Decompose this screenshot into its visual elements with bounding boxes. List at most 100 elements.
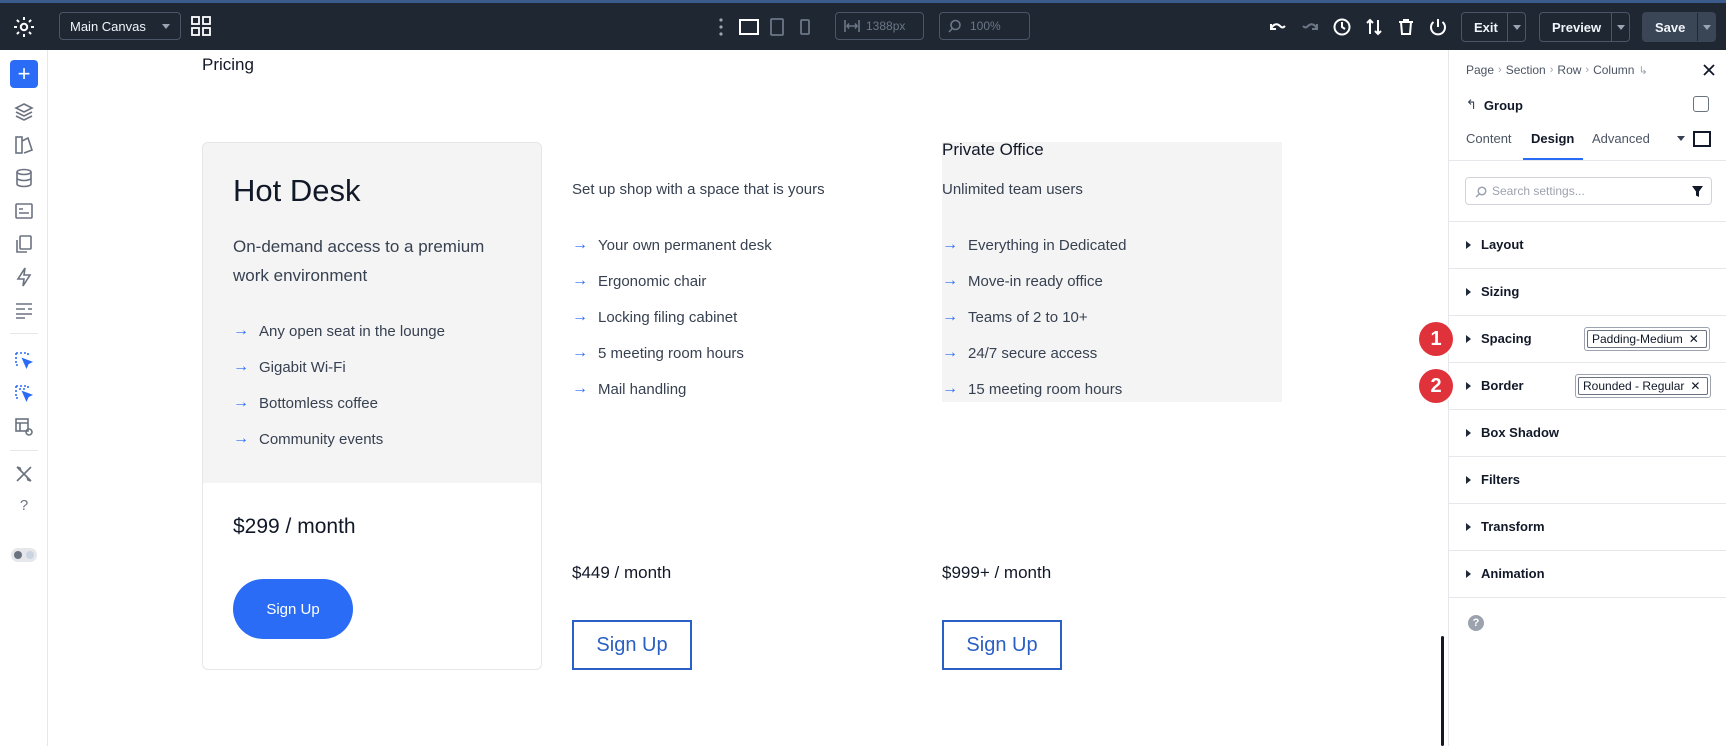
tools-icon[interactable] (14, 464, 34, 484)
select-element-icon[interactable] (14, 351, 34, 371)
close-icon[interactable]: ✕ (1689, 332, 1699, 346)
redo-icon[interactable] (1300, 17, 1320, 37)
search-settings-input[interactable]: Search settings... (1465, 177, 1712, 205)
width-icon (844, 20, 860, 32)
search-icon (1475, 186, 1487, 198)
section-label: Pricing (202, 55, 254, 74)
panel-resize-handle[interactable] (1441, 636, 1444, 746)
exit-dropdown-toggle[interactable] (1507, 13, 1525, 41)
section-spacing[interactable]: Spacing Padding-Medium ✕ (1449, 316, 1726, 363)
chevron-right-icon: › (1498, 64, 1502, 76)
settings-panel: Page › Section › Row › Column ↳ ↰ Group Conte… (1448, 50, 1726, 746)
caret-right-icon (1466, 570, 1471, 578)
help-icon[interactable]: ? (1468, 615, 1484, 631)
chevron-right-icon: › (1549, 64, 1554, 76)
design-library-icon[interactable] (14, 135, 34, 155)
plan-price: $999+ / month (942, 563, 1052, 582)
list-item: → Mail handling (572, 380, 687, 398)
arrow-right-icon: → (942, 380, 958, 397)
undo-icon[interactable] (1268, 17, 1288, 37)
list-item: → Community events (233, 430, 384, 448)
list-item: → Ergonomic chair (572, 272, 707, 290)
section-animation[interactable]: Animation (1449, 551, 1726, 598)
grid-icon[interactable] (191, 16, 211, 36)
breadcrumb-item[interactable]: Page (1466, 63, 1494, 77)
add-element-button[interactable]: + (10, 60, 38, 88)
layout-icon[interactable] (14, 300, 34, 320)
section-border[interactable]: Border Rounded - Regular ✕ (1449, 363, 1726, 410)
list-item: → Gigabit Wi-Fi (233, 358, 346, 376)
breadcrumb-item[interactable]: Section (1506, 63, 1546, 77)
preset-chip[interactable]: Rounded - Regular ✕ (1575, 374, 1711, 398)
section-box-shadow[interactable]: Box Shadow (1449, 410, 1726, 457)
pages-icon[interactable] (14, 234, 34, 254)
arrow-right-icon: → (233, 358, 249, 375)
arrow-right-icon: → (942, 236, 958, 253)
corner-arrow-icon: ↳ (1638, 64, 1648, 77)
canvas-select[interactable]: Main Canvas (59, 12, 181, 40)
arrow-right-icon: → (572, 236, 588, 253)
list-item: → Locking filing cabinet (572, 308, 738, 326)
arrow-right-icon: → (572, 308, 588, 325)
element-options-icon[interactable] (1693, 96, 1709, 112)
trash-icon[interactable] (1396, 17, 1416, 37)
close-icon[interactable] (1701, 62, 1717, 78)
back-arrow-icon[interactable]: ↰ (1466, 97, 1477, 113)
chevron-down-icon[interactable] (1677, 136, 1685, 141)
caret-right-icon (1466, 288, 1471, 296)
arrow-right-icon: → (572, 380, 588, 397)
list-item: → 15 meeting room hours (942, 380, 1123, 398)
tablet-view-icon[interactable] (767, 17, 787, 37)
plan-subtitle: Set up shop with a space that is yours (572, 181, 825, 198)
gear-icon[interactable] (12, 15, 36, 39)
zoom-field[interactable]: 100% (939, 12, 1030, 40)
preview-button[interactable]: Preview (1539, 12, 1630, 42)
phone-view-icon[interactable] (795, 17, 815, 37)
sign-up-button[interactable]: Sign Up (233, 579, 353, 639)
section-transform[interactable]: Transform (1449, 504, 1726, 551)
section-filters[interactable]: Filters (1449, 457, 1726, 504)
form-icon[interactable] (14, 201, 34, 221)
save-button[interactable]: Save (1642, 12, 1716, 42)
preview-dropdown-toggle[interactable] (1611, 13, 1629, 41)
sort-arrows-icon[interactable] (1364, 17, 1384, 37)
tab-design[interactable]: Design (1531, 131, 1574, 146)
list-item: → Bottomless coffee (233, 394, 378, 412)
desktop-view-icon[interactable] (739, 17, 759, 37)
database-icon[interactable] (14, 168, 34, 188)
power-icon[interactable] (1428, 17, 1448, 37)
theme-toggle[interactable] (11, 548, 37, 562)
sidebar-divider (10, 333, 38, 334)
element-title: ↰ Group (1466, 97, 1523, 113)
section-layout[interactable]: Layout (1449, 222, 1726, 269)
plus-icon: + (17, 61, 31, 86)
filter-icon[interactable] (1691, 185, 1704, 198)
tab-content[interactable]: Content (1466, 131, 1512, 146)
annotation-badge: 2 (1419, 369, 1453, 403)
plan-subtitle: On-demand access to a premium work envir… (233, 237, 485, 285)
list-item: → Everything in Dedicated (942, 236, 1127, 254)
sign-up-button[interactable]: Sign Up (942, 620, 1062, 670)
tab-advanced[interactable]: Advanced (1592, 131, 1650, 146)
section-sizing[interactable]: Sizing (1449, 269, 1726, 316)
save-dropdown-toggle[interactable] (1697, 13, 1715, 41)
arrow-right-icon: → (233, 322, 249, 339)
arrow-right-icon: → (942, 272, 958, 289)
lightning-icon[interactable] (14, 267, 34, 287)
history-icon[interactable] (1332, 17, 1352, 37)
breadcrumb-item[interactable]: Row (1557, 63, 1581, 77)
select-multiple-icon[interactable] (14, 384, 34, 404)
caret-right-icon (1466, 241, 1471, 249)
preview-layout-icon[interactable] (14, 417, 34, 437)
device-preview-icon[interactable] (1693, 131, 1711, 147)
help-icon[interactable]: ? (14, 497, 34, 517)
layers-icon[interactable] (14, 102, 34, 122)
preset-chip[interactable]: Padding-Medium ✕ (1584, 327, 1710, 351)
more-vertical-icon[interactable] (718, 17, 724, 37)
breadcrumb-item[interactable]: Column (1593, 63, 1634, 77)
exit-button[interactable]: Exit (1461, 12, 1526, 42)
close-icon[interactable]: ✕ (1690, 379, 1700, 393)
list-item: → Any open seat in the lounge (233, 322, 445, 340)
canvas-width-field[interactable]: 1388px (835, 12, 924, 40)
sign-up-button[interactable]: Sign Up (572, 620, 692, 670)
